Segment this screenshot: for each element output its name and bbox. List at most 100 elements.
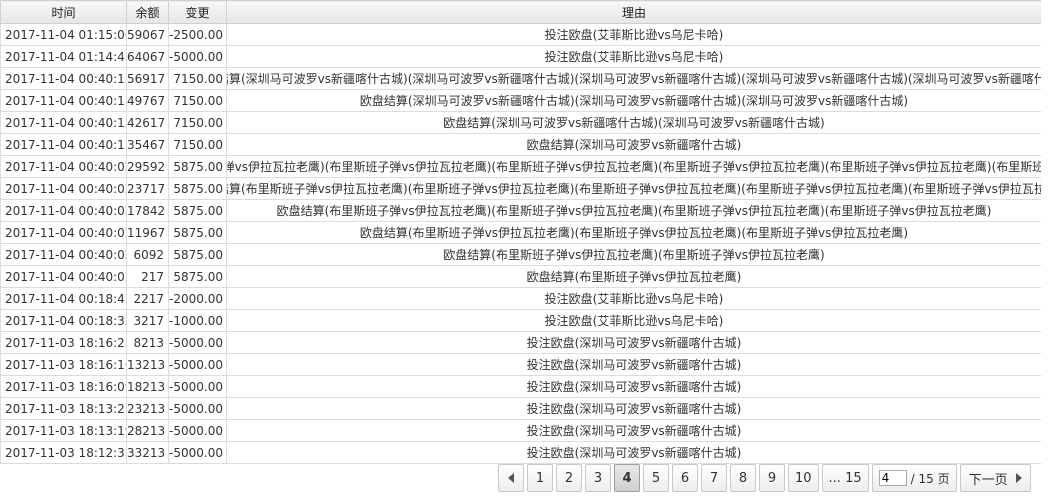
cell-change: 5875.00 xyxy=(168,265,227,288)
pagination: 12345678910 ... 15 / 15 页 下一页 xyxy=(498,464,1034,492)
cell-balance: 3217 xyxy=(126,309,169,332)
cell-change: 7150.00 xyxy=(168,67,227,90)
reason-text: 投注欧盘(深圳马可波罗vs新疆喀什古城) xyxy=(526,424,742,438)
prev-page-button[interactable] xyxy=(498,464,524,492)
cell-balance: 42617 xyxy=(126,111,169,134)
cell-balance: 11967 xyxy=(126,221,169,244)
page-button-7[interactable]: 7 xyxy=(701,464,727,492)
cell-reason: 欧盘结算(布里斯班子弹vs伊拉瓦拉老鹰)(布里斯班子弹vs伊拉瓦拉老鹰)(布里斯… xyxy=(226,155,1041,178)
reason-text: 投注欧盘(深圳马可波罗vs新疆喀什古城) xyxy=(526,402,742,416)
cell-balance: 18213 xyxy=(126,375,169,398)
page-button-8[interactable]: 8 xyxy=(730,464,756,492)
page-button-5[interactable]: 5 xyxy=(643,464,669,492)
cell-change: -5000.00 xyxy=(168,45,227,68)
next-page-button[interactable]: 下一页 xyxy=(959,464,1031,492)
cell-time: 2017-11-04 00:40:15 xyxy=(0,89,127,112)
next-page-label: 下一页 xyxy=(968,472,1008,488)
reason-text: 投注欧盘(艾菲斯比逊vs乌尼卡哈) xyxy=(544,292,724,306)
cell-reason: 欧盘结算(布里斯班子弹vs伊拉瓦拉老鹰)(布里斯班子弹vs伊拉瓦拉老鹰) xyxy=(226,243,1041,266)
cell-reason: 欧盘结算(深圳马可波罗vs新疆喀什古城)(深圳马可波罗vs新疆喀什古城)(深圳马… xyxy=(226,67,1041,90)
total-pages-label: / 15 页 xyxy=(910,471,950,486)
table-row: 2017-11-03 18:16:09 18213 -5000.00 投注欧盘(深圳马… xyxy=(0,375,1041,398)
table-header-row: 时间 余额 变更 理由 xyxy=(0,0,1041,24)
cell-change: -5000.00 xyxy=(168,375,227,398)
reason-text: 投注欧盘(深圳马可波罗vs新疆喀什古城) xyxy=(526,446,742,460)
table-row: 2017-11-03 18:13:27 23213 -5000.00 投注欧盘(深圳马… xyxy=(0,397,1041,420)
cell-time: 2017-11-03 18:12:35 xyxy=(0,441,127,464)
cell-reason: 投注欧盘(艾菲斯比逊vs乌尼卡哈) xyxy=(226,287,1041,310)
reason-text: 欧盘结算(布里斯班子弹vs伊拉瓦拉老鹰)(布里斯班子弹vs伊拉瓦拉老鹰)(布里斯… xyxy=(226,182,1041,196)
column-header-reason: 理由 xyxy=(226,0,1041,24)
page-button-1[interactable]: 1 xyxy=(527,464,553,492)
reason-text: 欧盘结算(布里斯班子弹vs伊拉瓦拉老鹰)(布里斯班子弹vs伊拉瓦拉老鹰)(布里斯… xyxy=(276,204,992,218)
cell-time: 2017-11-04 00:40:15 xyxy=(0,67,127,90)
cell-balance: 64067 xyxy=(126,45,169,68)
page-number-list: 1 2 3 4 5 6 7 8 9 10 xyxy=(527,464,822,492)
page-button-4[interactable]: 4 xyxy=(614,464,640,492)
cell-change: 5875.00 xyxy=(168,177,227,200)
last-page-button[interactable]: ... 15 xyxy=(821,464,869,492)
reason-text: 欧盘结算(布里斯班子弹vs伊拉瓦拉老鹰)(布里斯班子弹vs伊拉瓦拉老鹰) xyxy=(443,248,825,262)
page-button-3[interactable]: 3 xyxy=(585,464,611,492)
reason-text: 投注欧盘(艾菲斯比逊vs乌尼卡哈) xyxy=(544,28,724,42)
cell-reason: 欧盘结算(布里斯班子弹vs伊拉瓦拉老鹰)(布里斯班子弹vs伊拉瓦拉老鹰)(布里斯… xyxy=(226,177,1041,200)
arrow-right-icon xyxy=(1015,473,1022,483)
cell-reason: 欧盘结算(深圳马可波罗vs新疆喀什古城)(深圳马可波罗vs新疆喀什古城)(深圳马… xyxy=(226,89,1041,112)
cell-change: 7150.00 xyxy=(168,89,227,112)
cell-change: 5875.00 xyxy=(168,155,227,178)
table-row: 2017-11-04 00:40:15 42617 7150.00 欧盘结算(深圳马可… xyxy=(0,111,1041,134)
cell-time: 2017-11-04 00:40:02 xyxy=(0,155,127,178)
cell-time: 2017-11-04 00:40:02 xyxy=(0,177,127,200)
cell-change: 5875.00 xyxy=(168,199,227,222)
cell-change: 7150.00 xyxy=(168,111,227,134)
table-row: 2017-11-04 00:40:15 56917 7150.00 欧盘结算(深圳马可… xyxy=(0,67,1041,90)
cell-change: 5875.00 xyxy=(168,243,227,266)
table-row: 2017-11-04 00:40:02 11967 5875.00 欧盘结算(布里斯班… xyxy=(0,221,1041,244)
table-row: 2017-11-04 00:40:15 35467 7150.00 欧盘结算(深圳马可… xyxy=(0,133,1041,156)
table-row: 2017-11-04 00:40:02 23717 5875.00 欧盘结算(布里斯班… xyxy=(0,177,1041,200)
page-button-10[interactable]: 10 xyxy=(788,464,819,492)
cell-time: 2017-11-04 00:40:15 xyxy=(0,133,127,156)
cell-reason: 投注欧盘(艾菲斯比逊vs乌尼卡哈) xyxy=(226,45,1041,68)
page-button-2[interactable]: 2 xyxy=(556,464,582,492)
reason-text: 投注欧盘(深圳马可波罗vs新疆喀什古城) xyxy=(526,358,742,372)
cell-balance: 33213 xyxy=(126,441,169,464)
cell-reason: 投注欧盘(深圳马可波罗vs新疆喀什古城) xyxy=(226,353,1041,376)
reason-text: 投注欧盘(艾菲斯比逊vs乌尼卡哈) xyxy=(544,50,724,64)
cell-reason: 欧盘结算(深圳马可波罗vs新疆喀什古城) xyxy=(226,133,1041,156)
cell-balance: 59067 xyxy=(126,23,169,46)
reason-text: 欧盘结算(深圳马可波罗vs新疆喀什古城) xyxy=(526,138,742,152)
reason-text: 投注欧盘(艾菲斯比逊vs乌尼卡哈) xyxy=(544,314,724,328)
table-row: 2017-11-04 01:15:06 59067 -2500.00 投注欧盘(艾菲斯… xyxy=(0,23,1041,46)
cell-balance: 35467 xyxy=(126,133,169,156)
cell-time: 2017-11-03 18:16:16 xyxy=(0,353,127,376)
column-header-change: 变更 xyxy=(168,0,227,24)
cell-time: 2017-11-03 18:13:27 xyxy=(0,397,127,420)
cell-balance: 23717 xyxy=(126,177,169,200)
table-row: 2017-11-04 00:40:02 17842 5875.00 欧盘结算(布里斯班… xyxy=(0,199,1041,222)
table-row: 2017-11-03 18:16:16 13213 -5000.00 投注欧盘(深圳马… xyxy=(0,353,1041,376)
table-row: 2017-11-04 00:18:32 3217 -1000.00 投注欧盘(艾菲斯比… xyxy=(0,309,1041,332)
cell-time: 2017-11-04 00:18:43 xyxy=(0,287,127,310)
reason-text: 投注欧盘(深圳马可波罗vs新疆喀什古城) xyxy=(526,336,742,350)
cell-reason: 投注欧盘(深圳马可波罗vs新疆喀什古城) xyxy=(226,397,1041,420)
cell-balance: 56917 xyxy=(126,67,169,90)
cell-change: -5000.00 xyxy=(168,419,227,442)
reason-text: 欧盘结算(深圳马可波罗vs新疆喀什古城)(深圳马可波罗vs新疆喀什古城) xyxy=(443,116,825,130)
reason-text: 欧盘结算(布里斯班子弹vs伊拉瓦拉老鹰)(布里斯班子弹vs伊拉瓦拉老鹰)(布里斯… xyxy=(228,160,1041,174)
table-row: 2017-11-04 00:40:02 6092 5875.00 欧盘结算(布里斯班子… xyxy=(0,243,1041,266)
page-jump-input[interactable] xyxy=(878,470,907,486)
table-row: 2017-11-04 00:40:15 49767 7150.00 欧盘结算(深圳马可… xyxy=(0,89,1041,112)
arrow-left-icon xyxy=(508,473,514,483)
cell-balance: 28213 xyxy=(126,419,169,442)
page-button-6[interactable]: 6 xyxy=(672,464,698,492)
cell-reason: 欧盘结算(布里斯班子弹vs伊拉瓦拉老鹰)(布里斯班子弹vs伊拉瓦拉老鹰)(布里斯… xyxy=(226,221,1041,244)
cell-time: 2017-11-03 18:16:09 xyxy=(0,375,127,398)
cell-reason: 投注欧盘(深圳马可波罗vs新疆喀什古城) xyxy=(226,331,1041,354)
cell-change: -2000.00 xyxy=(168,287,227,310)
page-button-9[interactable]: 9 xyxy=(759,464,785,492)
cell-change: -5000.00 xyxy=(168,353,227,376)
cell-time: 2017-11-03 18:16:23 xyxy=(0,331,127,354)
cell-reason: 投注欧盘(深圳马可波罗vs新疆喀什古城) xyxy=(226,419,1041,442)
cell-change: -2500.00 xyxy=(168,23,227,46)
